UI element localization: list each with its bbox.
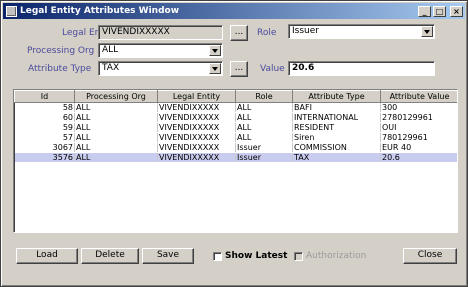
legal-entity-picker-button[interactable]: ... (230, 25, 248, 41)
column-header-attribute-type[interactable]: Attribute Type (292, 90, 381, 103)
maximize-button[interactable]: □ (433, 5, 446, 17)
table-row[interactable]: 60 ALL VIVENDIXXXXX ALL INTERNATIONAL 27… (14, 112, 457, 123)
cell-id: 59 (14, 122, 75, 133)
column-header-legal-entity[interactable]: Legal Entity (157, 90, 236, 103)
save-button[interactable]: Save (142, 248, 194, 264)
show-latest-label: Show Latest (225, 251, 288, 261)
cell-legal-entity: VIVENDIXXXXX (157, 142, 236, 153)
processing-org-select[interactable]: ALL (98, 43, 223, 58)
cell-id: 60 (14, 112, 75, 123)
cell-attribute-type: TAX (292, 152, 381, 163)
attributes-table[interactable]: Id Processing Org Legal Entity Role Attr… (13, 89, 458, 233)
cell-processing-org: ALL (74, 132, 158, 143)
cell-role: Issuer (235, 142, 293, 153)
window-icon (6, 5, 17, 17)
close-button[interactable]: Close (403, 248, 457, 264)
role-select-value: Issuer (292, 26, 319, 36)
cell-role: ALL (235, 132, 293, 143)
cell-id: 3067 (14, 142, 75, 153)
column-header-attribute-value[interactable]: Attribute Value (380, 90, 457, 103)
authorization-checkbox (294, 252, 303, 261)
legal-entity-attributes-window: Legal Entity Attributes Window _ □ × Leg… (0, 0, 468, 287)
cell-role: Issuer (235, 152, 293, 163)
chevron-down-icon[interactable] (421, 26, 433, 37)
cell-legal-entity: VIVENDIXXXXX (157, 132, 236, 143)
cell-legal-entity: VIVENDIXXXXX (157, 112, 236, 123)
table-row[interactable]: 57 ALL VIVENDIXXXXX ALL Siren 780129961 (14, 132, 457, 143)
cell-legal-entity: VIVENDIXXXXX (157, 102, 236, 113)
cell-attribute-type: BAFI (292, 102, 381, 113)
title-bar[interactable]: Legal Entity Attributes Window _ □ × (3, 3, 465, 19)
chevron-down-icon[interactable] (209, 45, 221, 56)
cell-attribute-type: COMMISSION (292, 142, 381, 153)
cell-processing-org: ALL (74, 142, 158, 153)
role-select[interactable]: Issuer (288, 24, 435, 39)
load-button[interactable]: Load (16, 248, 78, 264)
cell-processing-org: ALL (74, 152, 158, 163)
column-header-id[interactable]: Id (14, 90, 75, 103)
cell-attribute-type: Siren (292, 132, 381, 143)
cell-role: ALL (235, 122, 293, 133)
cell-id: 58 (14, 102, 75, 113)
cell-attribute-value: 20.6 (380, 152, 457, 163)
cell-processing-org: ALL (74, 102, 158, 113)
value-input[interactable]: 20.6 (288, 61, 435, 76)
cell-attribute-value: 300 (380, 102, 457, 113)
cell-role: ALL (235, 102, 293, 113)
attribute-type-select[interactable]: TAX (98, 61, 223, 76)
role-label: Role (257, 28, 277, 38)
cell-id: 57 (14, 132, 75, 143)
column-header-role[interactable]: Role (235, 90, 293, 103)
cell-attribute-value: EUR 40 (380, 142, 457, 153)
attributes-grid: Id Processing Org Legal Entity Role Attr… (14, 90, 457, 163)
legal-entity-field[interactable]: VIVENDIXXXXX (98, 25, 223, 40)
cell-legal-entity: VIVENDIXXXXX (157, 152, 236, 163)
cell-processing-org: ALL (74, 122, 158, 133)
column-header-processing-org[interactable]: Processing Org (74, 90, 158, 103)
cell-attribute-type: INTERNATIONAL (292, 112, 381, 123)
cell-attribute-value: OUI (380, 122, 457, 133)
authorization-label: Authorization (306, 251, 367, 261)
attribute-type-select-value: TAX (102, 63, 120, 73)
cell-legal-entity: VIVENDIXXXXX (157, 122, 236, 133)
value-label: Value (260, 64, 285, 74)
cell-role: ALL (235, 112, 293, 123)
attribute-type-picker-button[interactable]: ... (230, 61, 248, 77)
attribute-type-label: Attribute Type (28, 64, 92, 74)
processing-org-label: Processing Org (27, 46, 95, 56)
table-row-selected[interactable]: 3576 ALL VIVENDIXXXXX Issuer TAX 20.6 (14, 152, 457, 163)
window-title: Legal Entity Attributes Window (20, 6, 180, 16)
table-row[interactable]: 58 ALL VIVENDIXXXXX ALL BAFI 300 (14, 102, 457, 113)
table-row[interactable]: 59 ALL VIVENDIXXXXX ALL RESIDENT OUI (14, 122, 457, 133)
chevron-down-icon[interactable] (209, 63, 221, 74)
cell-processing-org: ALL (74, 112, 158, 123)
processing-org-select-value: ALL (102, 45, 119, 55)
cell-attribute-value: 780129961 (380, 132, 457, 143)
show-latest-checkbox[interactable] (213, 252, 222, 261)
table-header-row: Id Processing Org Legal Entity Role Attr… (14, 90, 457, 103)
cell-attribute-type: RESIDENT (292, 122, 381, 133)
table-row[interactable]: 3067 ALL VIVENDIXXXXX Issuer COMMISSION … (14, 142, 457, 153)
cell-attribute-value: 2780129961 (380, 112, 457, 123)
close-window-button[interactable]: × (450, 5, 463, 17)
cell-id: 3576 (14, 152, 75, 163)
delete-button[interactable]: Delete (81, 248, 139, 264)
minimize-button[interactable]: _ (418, 5, 431, 17)
